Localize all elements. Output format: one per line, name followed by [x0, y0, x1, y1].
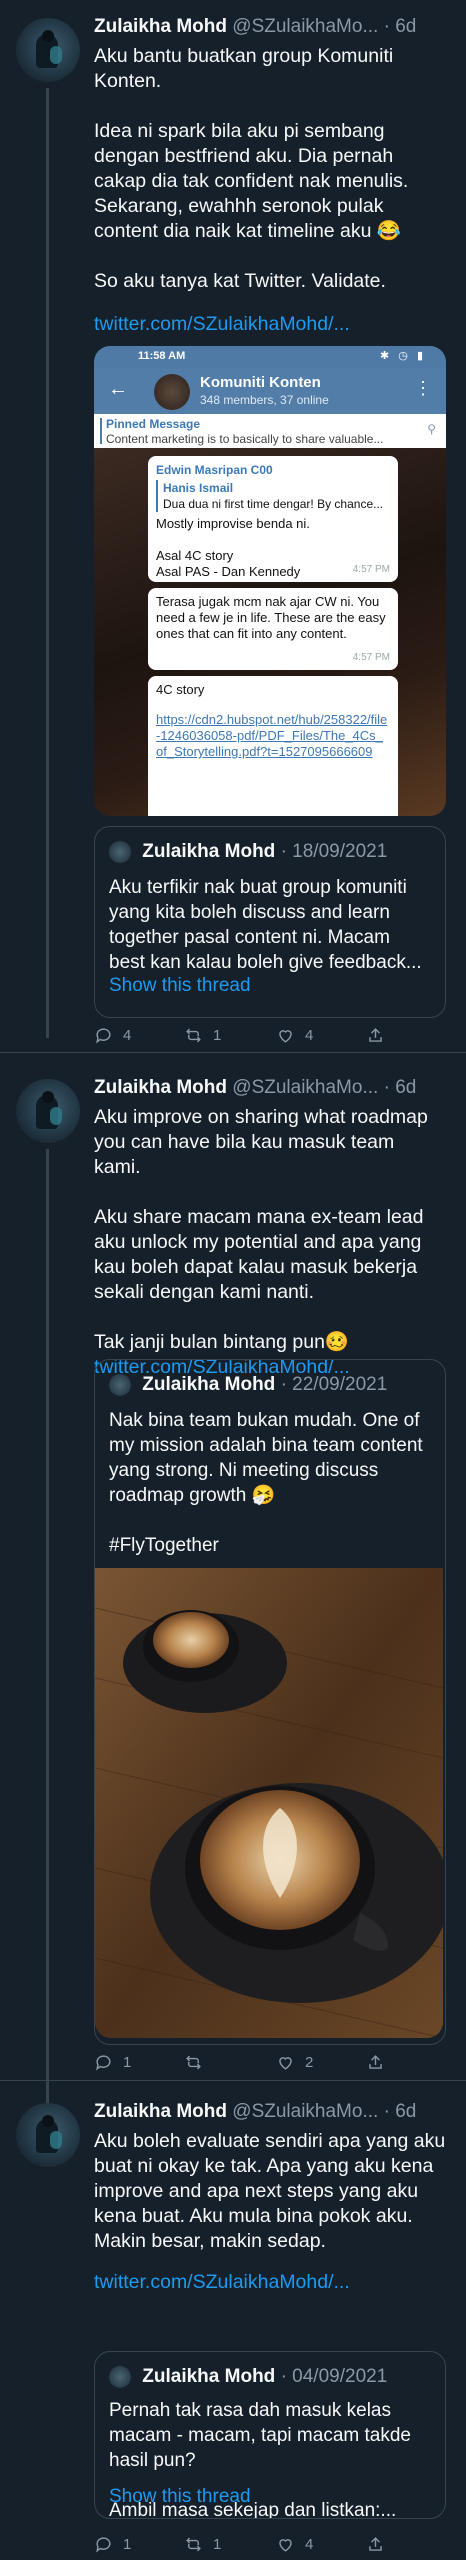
like-button[interactable]: 4	[276, 1026, 313, 1045]
chat-bubble: 4C story https://cdn2.hubspot.net/hub/25…	[148, 676, 398, 816]
status-icons: ✱ ◷ ▮	[380, 350, 426, 362]
retweet-icon	[186, 1028, 201, 1043]
share-button[interactable]	[366, 2535, 385, 2554]
quoted-tweet[interactable]: Zulaikha Mohd · 18/09/2021 Aku terfikir …	[94, 826, 446, 1018]
author-handle[interactable]: @SZulaikhaMo...	[232, 2101, 378, 2122]
tweet-time[interactable]: 6d	[395, 2101, 416, 2122]
tweet-time[interactable]: 6d	[395, 1077, 416, 1098]
quoted-header: Zulaikha Mohd · 22/09/2021	[109, 1374, 387, 1398]
pin-icon[interactable]: ⚲	[427, 422, 436, 436]
tweet-link[interactable]: twitter.com/SZulaikhaMohd/...	[94, 312, 446, 337]
phone-status-bar: 11:58 AM ✱ ◷ ▮	[94, 346, 446, 368]
share-button[interactable]	[366, 1026, 385, 1045]
avatar[interactable]	[16, 2103, 80, 2167]
reply-icon	[96, 1028, 111, 1044]
heart-icon	[279, 2539, 292, 2552]
thread-line	[46, 88, 49, 1038]
chat-bubble: Terasa jugak mcm nak ajar CW ni. You nee…	[148, 588, 398, 670]
more-vertical-icon[interactable]: ⋮	[414, 378, 432, 399]
quoted-text: Nak bina team bukan mudah. One of my mis…	[109, 1410, 423, 1556]
author-name[interactable]: Zulaikha Mohd	[94, 1077, 227, 1098]
chat-header: ← Komuniti Konten 348 members, 37 online…	[94, 368, 446, 414]
author-handle[interactable]: @SZulaikhaMo...	[232, 1077, 378, 1098]
pinned-message[interactable]: Pinned Message Content marketing is to b…	[94, 414, 446, 448]
share-icon	[369, 2537, 382, 2551]
tweet[interactable]: Zulaikha Mohd @SZulaikhaMo... · 6d Aku b…	[0, 0, 466, 1044]
retweet-button[interactable]	[184, 2053, 213, 2072]
like-button[interactable]: 2	[276, 2053, 313, 2072]
tweet-actions: 1 2	[94, 2053, 394, 2077]
tweet-text: Aku improve on sharing what roadmap you …	[94, 1106, 428, 1353]
quoted-text: Aku terfikir nak buat group komuniti yan…	[109, 877, 422, 973]
tweet-time[interactable]: 6d	[395, 16, 416, 37]
quoted-header: Zulaikha Mohd · 18/09/2021	[109, 841, 387, 865]
reply-button[interactable]: 1	[94, 2535, 131, 2554]
quoted-avatar	[109, 1374, 131, 1396]
back-arrow-icon[interactable]: ←	[108, 378, 128, 401]
share-icon	[369, 1028, 382, 1042]
author-name[interactable]: Zulaikha Mohd	[94, 16, 227, 37]
share-icon	[369, 2055, 382, 2069]
like-button[interactable]: 4	[276, 2535, 313, 2554]
author-handle[interactable]: @SZulaikhaMo...	[232, 16, 378, 37]
retweet-icon	[186, 2537, 201, 2552]
tweet-actions: 4 1 4	[94, 1026, 394, 1050]
coffee-photo[interactable]	[95, 1568, 443, 2038]
telegram-screenshot[interactable]: 11:58 AM ✱ ◷ ▮ ← Komuniti Konten 348 mem…	[94, 346, 446, 816]
thread-line	[46, 1149, 49, 2139]
quoted-avatar	[109, 841, 131, 863]
author-name[interactable]: Zulaikha Mohd	[94, 2101, 227, 2122]
reply-icon	[96, 2055, 111, 2071]
heart-icon	[279, 1030, 292, 1043]
group-name: Komuniti Konten	[200, 374, 321, 391]
retweet-icon	[186, 2055, 201, 2070]
share-button[interactable]	[366, 2053, 385, 2072]
tweet-text: Aku boleh evaluate sendiri apa yang aku …	[94, 2130, 451, 2252]
tweet[interactable]: Zulaikha Mohd @SZulaikhaMo... · 6d Aku b…	[0, 2081, 466, 2560]
coffee-cups-image	[95, 1568, 443, 2038]
chat-bubble: Edwin Masripan C00 Hanis Ismail Dua dua …	[148, 456, 398, 582]
quoted-avatar	[109, 2366, 131, 2388]
group-avatar	[154, 374, 190, 410]
avatar[interactable]	[16, 18, 80, 82]
reply-icon	[96, 2537, 111, 2553]
tweet-header: Zulaikha Mohd @SZulaikhaMo... · 6d	[94, 2101, 417, 2122]
reply-button[interactable]: 1	[94, 2053, 131, 2072]
chat-background: Edwin Masripan C00 Hanis Ismail Dua dua …	[94, 448, 446, 816]
quoted-header: Zulaikha Mohd · 04/09/2021	[109, 2366, 387, 2390]
show-thread-link[interactable]: Show this thread	[109, 975, 251, 997]
heart-icon	[279, 2057, 292, 2070]
quoted-tweet[interactable]: Zulaikha Mohd · 04/09/2021 Pernah tak ra…	[94, 2351, 446, 2519]
retweet-button[interactable]: 1	[184, 1026, 221, 1045]
reply-button[interactable]: 4	[94, 1026, 131, 1045]
show-thread-link[interactable]: Show this thread	[109, 2486, 251, 2508]
tweet-actions: 1 1 4	[94, 2535, 394, 2559]
tweet-link[interactable]: twitter.com/SZulaikhaMohd/...	[94, 2270, 446, 2295]
avatar[interactable]	[16, 1079, 80, 1143]
group-meta: 348 members, 37 online	[200, 393, 329, 407]
tweet-text: Aku bantu buatkan group Komuniti Konten.…	[94, 45, 409, 292]
tweet-header: Zulaikha Mohd @SZulaikhaMo... · 6d	[94, 1077, 417, 1098]
tweet-header: Zulaikha Mohd @SZulaikhaMo... · 6d	[94, 16, 417, 37]
retweet-button[interactable]: 1	[184, 2535, 221, 2554]
